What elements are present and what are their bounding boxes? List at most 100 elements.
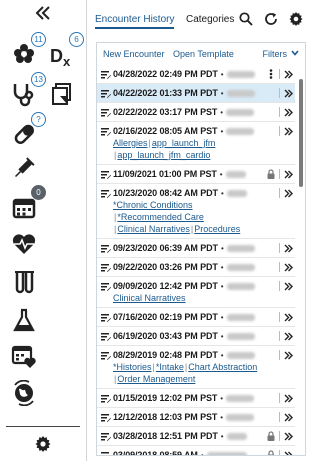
category-tag-link[interactable]: Procedures	[194, 224, 240, 234]
refresh-icon[interactable]	[263, 11, 279, 27]
diagnosis-icon[interactable]: Dx 6	[46, 32, 84, 70]
encounter-date[interactable]: 09/23/2020 06:39 AM PDT	[113, 243, 218, 253]
expand-chevron-icon[interactable]	[284, 89, 293, 98]
category-tag-link[interactable]: Order Management	[117, 374, 195, 384]
syringe-icon[interactable]	[8, 152, 40, 184]
collapse-icon[interactable]	[33, 4, 53, 22]
problems-icon[interactable]: 11	[8, 32, 46, 70]
encounter-date[interactable]: 10/23/2020 08:42 AM PDT	[113, 188, 218, 198]
tab-encounter-history[interactable]: Encounter History	[95, 14, 175, 29]
encounter-date[interactable]: 04/28/2022 02:49 PM PDT	[113, 69, 218, 79]
encounter-row-main: 07/16/2020 02:19 PM PDT •	[101, 310, 295, 324]
expand-chevron-icon[interactable]	[284, 108, 293, 117]
encounter-row[interactable]: 04/22/2022 01:33 PM PDT •	[97, 84, 295, 103]
separator-dot: •	[220, 243, 224, 253]
test-tubes-icon[interactable]	[8, 266, 40, 298]
svg-text:D: D	[50, 46, 63, 66]
encounter-row[interactable]: 09/09/2020 12:42 PM PDT • Clinical Narrati…	[97, 277, 295, 308]
note-lines-icon	[101, 170, 111, 179]
divider	[279, 243, 280, 253]
new-encounter-button[interactable]: New Encounter	[103, 49, 165, 59]
settings-icon[interactable]	[288, 11, 304, 27]
encounter-row[interactable]: 02/16/2022 08:05 AM PST • Allergies|app_la…	[97, 122, 295, 165]
pill-icon[interactable]: ?	[8, 112, 46, 150]
expand-chevron-icon[interactable]	[284, 70, 293, 79]
encounter-row[interactable]: 07/16/2020 02:19 PM PDT •	[97, 308, 295, 327]
expand-chevron-icon[interactable]	[284, 394, 293, 403]
encounter-row[interactable]: 12/12/2018 12:03 PM PST •	[97, 408, 295, 427]
encounter-date[interactable]: 07/16/2020 02:19 PM PDT	[113, 312, 218, 322]
stethoscope-icon[interactable]: 13	[8, 72, 46, 110]
calendar-icon[interactable]: 0	[8, 185, 46, 223]
encounter-date[interactable]: 04/22/2022 01:33 PM PDT	[113, 88, 218, 98]
panel-toolbar: New Encounter Open Template Filters	[97, 43, 305, 65]
expand-chevron-icon[interactable]	[284, 332, 293, 341]
expand-chevron-icon[interactable]	[284, 451, 293, 457]
heart-rate-icon[interactable]	[8, 228, 40, 260]
expand-chevron-icon[interactable]	[284, 263, 293, 272]
encounter-date[interactable]: 02/22/2022 03:17 PM PST	[113, 107, 217, 117]
search-icon[interactable]	[238, 11, 254, 27]
encounter-date[interactable]: 06/19/2020 03:43 PM PDT	[113, 331, 218, 341]
category-tag-link[interactable]: Allergies	[113, 138, 148, 148]
row-actions	[269, 67, 293, 81]
category-tag-link[interactable]: Chart Abstraction	[188, 362, 257, 372]
encounter-date[interactable]: 01/15/2019 12:02 PM PST	[113, 393, 217, 403]
encounter-date[interactable]: 03/28/2018 12:51 PM PDT	[113, 431, 218, 441]
expand-chevron-icon[interactable]	[284, 170, 293, 179]
category-tag-link[interactable]: *Chronic Conditions	[113, 200, 193, 210]
documents-icon[interactable]	[46, 78, 78, 110]
calendar-heart-icon[interactable]	[8, 340, 40, 372]
scrollbar-thumb[interactable]	[299, 79, 303, 187]
separator-dot: •	[220, 431, 224, 441]
encounter-row[interactable]: 02/22/2022 03:17 PM PST •	[97, 103, 295, 122]
encounter-tags: Clinical Narratives	[113, 293, 295, 305]
rail-settings-icon[interactable]	[32, 433, 54, 455]
note-lines-icon	[101, 332, 111, 341]
globe-exchange-icon[interactable]	[8, 377, 40, 409]
separator-dot: •	[220, 312, 224, 322]
encounter-row[interactable]: 04/28/2022 02:49 PM PDT •	[97, 65, 295, 84]
expand-chevron-icon[interactable]	[284, 127, 293, 136]
provider-name-redacted	[226, 432, 247, 440]
divider	[279, 188, 280, 198]
encounter-row[interactable]: 03/28/2018 12:51 PM PDT •	[97, 427, 295, 446]
encounter-row[interactable]: 08/29/2019 02:48 PM PDT • *Histories|*Inta…	[97, 346, 295, 389]
expand-chevron-icon[interactable]	[284, 432, 293, 441]
filters-button[interactable]: Filters	[263, 49, 288, 59]
encounter-date[interactable]: 12/12/2018 12:03 PM PST	[113, 412, 217, 422]
encounter-row[interactable]: 10/23/2020 08:42 AM PDT • *Chronic Conditi…	[97, 184, 295, 239]
encounter-row[interactable]: 03/09/2018 08:59 AM •	[97, 446, 295, 457]
encounter-row[interactable]: 09/22/2020 03:26 PM PDT •	[97, 258, 295, 277]
expand-chevron-icon[interactable]	[284, 351, 293, 360]
category-tag-link[interactable]: Clinical Narratives	[113, 293, 186, 303]
encounter-row[interactable]: 01/15/2019 12:02 PM PST •	[97, 389, 295, 408]
category-tag-link[interactable]: *Histories	[113, 362, 152, 372]
category-tag-link[interactable]: app_launch_jfm_cardio	[117, 150, 210, 160]
row-actions	[267, 167, 293, 181]
encounter-date[interactable]: 09/22/2020 03:26 PM PDT	[113, 262, 218, 272]
category-tag-link[interactable]: *Intake	[156, 362, 184, 372]
category-tag-link[interactable]: app_launch_jfm	[152, 138, 216, 148]
encounter-date[interactable]: 02/16/2022 08:05 AM PST	[113, 126, 218, 136]
expand-chevron-icon[interactable]	[284, 189, 293, 198]
expand-chevron-icon[interactable]	[284, 413, 293, 422]
encounter-date[interactable]: 08/29/2019 02:48 PM PDT	[113, 350, 218, 360]
more-options-icon[interactable]	[269, 69, 273, 79]
encounter-row[interactable]: 09/23/2020 06:39 AM PDT •	[97, 239, 295, 258]
expand-chevron-icon[interactable]	[284, 282, 293, 291]
encounter-date[interactable]: 09/09/2020 12:42 PM PDT	[113, 281, 218, 291]
expand-chevron-icon[interactable]	[284, 313, 293, 322]
tab-categories[interactable]: Categories	[186, 14, 234, 25]
encounter-row[interactable]: 11/09/2021 01:00 PM PST •	[97, 165, 295, 184]
encounter-date[interactable]: 03/09/2018 08:59 AM	[113, 450, 198, 455]
expand-chevron-icon[interactable]	[284, 244, 293, 253]
encounter-row[interactable]: 06/19/2020 03:43 PM PDT •	[97, 327, 295, 346]
open-template-button[interactable]: Open Template	[173, 49, 234, 59]
category-tag-link[interactable]: Clinical Narratives	[117, 224, 190, 234]
chevron-down-icon[interactable]	[291, 50, 299, 56]
flask-icon[interactable]	[8, 304, 40, 336]
category-tag-link[interactable]: *Recommended Care	[117, 212, 204, 222]
encounter-date[interactable]: 11/09/2021 01:00 PM PST	[113, 169, 217, 179]
provider-name-redacted	[226, 89, 255, 97]
